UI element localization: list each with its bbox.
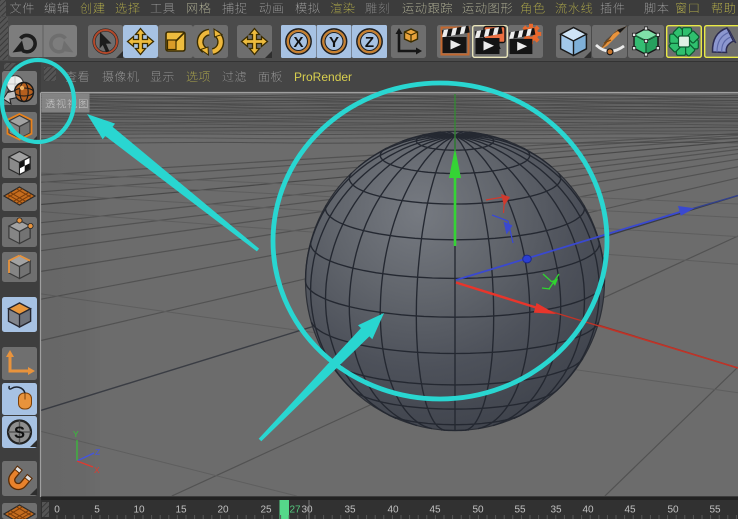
svg-text:X: X — [293, 34, 303, 51]
svg-text:20: 20 — [217, 505, 229, 516]
svg-text:50: 50 — [472, 505, 484, 516]
svg-text:15: 15 — [175, 505, 187, 516]
svg-text:Z: Z — [365, 34, 374, 51]
svg-text:Y: Y — [73, 429, 79, 439]
svg-text:40: 40 — [387, 505, 399, 516]
svg-text:S: S — [14, 424, 25, 442]
svg-text:35: 35 — [344, 505, 356, 516]
svg-text:X: X — [94, 465, 100, 475]
svg-text:45: 45 — [429, 505, 441, 516]
svg-text:35: 35 — [550, 505, 562, 516]
svg-text:5: 5 — [94, 505, 100, 516]
svg-text:50: 50 — [667, 505, 679, 516]
svg-text:ProRender: ProRender — [294, 70, 352, 84]
svg-text:Y: Y — [329, 34, 339, 51]
svg-text:55: 55 — [514, 505, 526, 516]
svg-text:45: 45 — [624, 505, 636, 516]
svg-text:25: 25 — [260, 505, 272, 516]
svg-text:27: 27 — [289, 505, 301, 516]
svg-text:0: 0 — [54, 505, 60, 516]
svg-text:55: 55 — [709, 505, 721, 516]
svg-text:10: 10 — [133, 505, 145, 516]
svg-text:40: 40 — [582, 505, 594, 516]
svg-text:Z: Z — [95, 447, 100, 457]
svg-text:30: 30 — [301, 505, 313, 516]
